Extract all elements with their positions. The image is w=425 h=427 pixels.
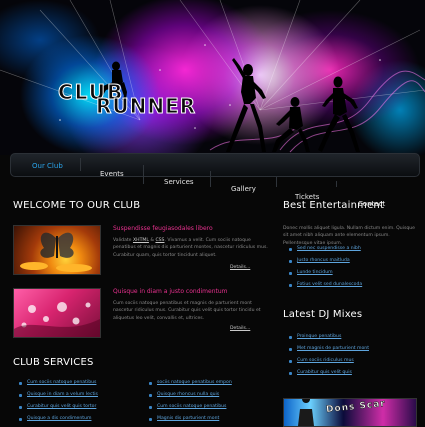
services-list-1: Cum sociis natoque penatibus Quisque in … <box>13 377 143 425</box>
nav-item-gallery[interactable]: Gallery <box>231 185 256 193</box>
article-thumbnail-butterfly <box>13 225 101 275</box>
article-body: Cum sociis natoque penatibus et magnis d… <box>113 301 261 321</box>
nav-divider <box>143 165 144 184</box>
nav-item-events[interactable]: Events <box>100 170 124 178</box>
list-item[interactable]: Quisque in diam a velum lectis <box>13 389 143 401</box>
article-title[interactable]: Quisque in diam a justo condimentum <box>113 288 228 295</box>
list-item-link[interactable]: Cum sociis ridiculus mus <box>297 358 354 363</box>
list-item[interactable]: sociis natoque penatibus empon <box>143 377 271 389</box>
list-item[interactable]: Proinque penatibus <box>283 331 421 343</box>
list-item[interactable]: Cum sociis natoque penatibus <box>13 377 143 389</box>
article-item: Suspendisse feugiasodales libero Validat… <box>13 225 271 275</box>
list-item-link[interactable]: Quisque in diam a velum lectis <box>27 392 98 397</box>
details-link[interactable]: Details... <box>230 326 250 331</box>
list-item-link[interactable]: Magnis dis parturient mont <box>157 416 219 421</box>
list-item-link[interactable]: Quisque a dis condimentum <box>27 416 91 421</box>
logo-text-runner: RUNNER <box>95 94 197 119</box>
list-item[interactable]: Met magnis de parturient mont <box>283 343 421 355</box>
dj-mixes-list: Proinque penatibus Met magnis de parturi… <box>283 331 421 379</box>
dj-mix-banner[interactable]: Dons Scar <box>283 398 417 427</box>
main-navigation: Our Club Events Services Gallery Tickets… <box>10 153 420 208</box>
nav-divider <box>276 177 277 187</box>
list-item[interactable]: Curabitur quis velit quis tortor <box>13 401 143 413</box>
list-item-link[interactable]: Fotius velit sed dunalescoda <box>297 282 362 287</box>
dj-mixes-heading: Latest DJ Mixes <box>283 309 363 320</box>
welcome-section: WELCOME TO OUR CLUB Suspendisse feugiaso… <box>13 200 271 421</box>
list-item[interactable]: Quisque rhoncus nulla quis <box>143 389 271 401</box>
list-item-link[interactable]: Lunde tincidum <box>297 270 333 275</box>
list-item[interactable]: Cum sociis ridiculus mus <box>283 355 421 367</box>
entertainment-list: Sed nec suspendisse a nibh Justo rhoncus… <box>283 243 421 291</box>
hero-artwork <box>0 0 425 153</box>
nav-item-services[interactable]: Services <box>164 178 194 186</box>
list-item-link[interactable]: Cum sociis natoque penatibus <box>157 404 226 409</box>
services-heading: CLUB SERVICES <box>13 357 94 368</box>
nav-bar <box>10 153 420 177</box>
list-item-link[interactable]: Met magnis de parturient mont <box>297 346 369 351</box>
list-item[interactable]: Quisque a dis condimentum <box>13 413 143 425</box>
list-item-link[interactable]: sociis natoque penatibus empon <box>157 380 232 385</box>
welcome-heading: WELCOME TO OUR CLUB <box>13 200 141 211</box>
list-item-link[interactable]: Curabitur quis velit quis tortor <box>27 404 96 409</box>
article-title[interactable]: Suspendisse feugiasodales libero <box>113 225 213 232</box>
services-list-2: sociis natoque penatibus empon Quisque r… <box>143 377 271 425</box>
nav-divider <box>336 181 337 187</box>
entertainment-heading: Best Entertainment <box>283 200 385 211</box>
list-item-link[interactable]: Cum sociis natoque penatibus <box>27 380 96 385</box>
hero-banner: CLUB RUNNER <box>0 0 425 155</box>
water-drops-icon <box>14 302 100 337</box>
article-text: Validate <box>113 238 133 243</box>
nav-divider <box>210 171 211 187</box>
nav-divider <box>80 158 81 171</box>
xhtml-link[interactable]: XHTML <box>133 238 149 243</box>
list-item-link[interactable]: Curabitur quis velit quis <box>297 370 352 375</box>
banner-text: Dons Scar <box>325 398 387 416</box>
article-body: Validate XHTML & CSS. Vivamus a velit. C… <box>113 237 271 259</box>
list-item[interactable]: Lunde tincidum <box>283 267 421 279</box>
details-link[interactable]: Details... <box>230 265 250 270</box>
article-thumbnail-droplets <box>13 288 101 338</box>
sidebar: Best Entertainment Donec mollis aliquet … <box>283 200 421 427</box>
butterfly-icon <box>20 232 92 272</box>
list-item-link[interactable]: Sed nec suspendisse a nibh <box>297 246 361 251</box>
list-item-link[interactable]: Justo rhoncus maitluda <box>297 258 350 263</box>
list-item[interactable]: Curabitur quis velit quis <box>283 367 421 379</box>
article-item: Quisque in diam a justo condimentum Cum … <box>13 288 271 338</box>
list-item[interactable]: Sed nec suspendisse a nibh <box>283 243 421 255</box>
list-item-link[interactable]: Quisque rhoncus nulla quis <box>157 392 219 397</box>
list-item-link[interactable]: Proinque penatibus <box>297 334 341 339</box>
list-item[interactable]: Cum sociis natoque penatibus <box>143 401 271 413</box>
list-item[interactable]: Fotius velit sed dunalescoda <box>283 279 421 291</box>
list-item[interactable]: Justo rhoncus maitluda <box>283 255 421 267</box>
site-logo[interactable]: CLUB RUNNER <box>57 80 195 120</box>
list-item[interactable]: Magnis dis parturient mont <box>143 413 271 425</box>
dj-figure-icon <box>298 399 314 426</box>
nav-item-our-club[interactable]: Our Club <box>32 162 63 170</box>
